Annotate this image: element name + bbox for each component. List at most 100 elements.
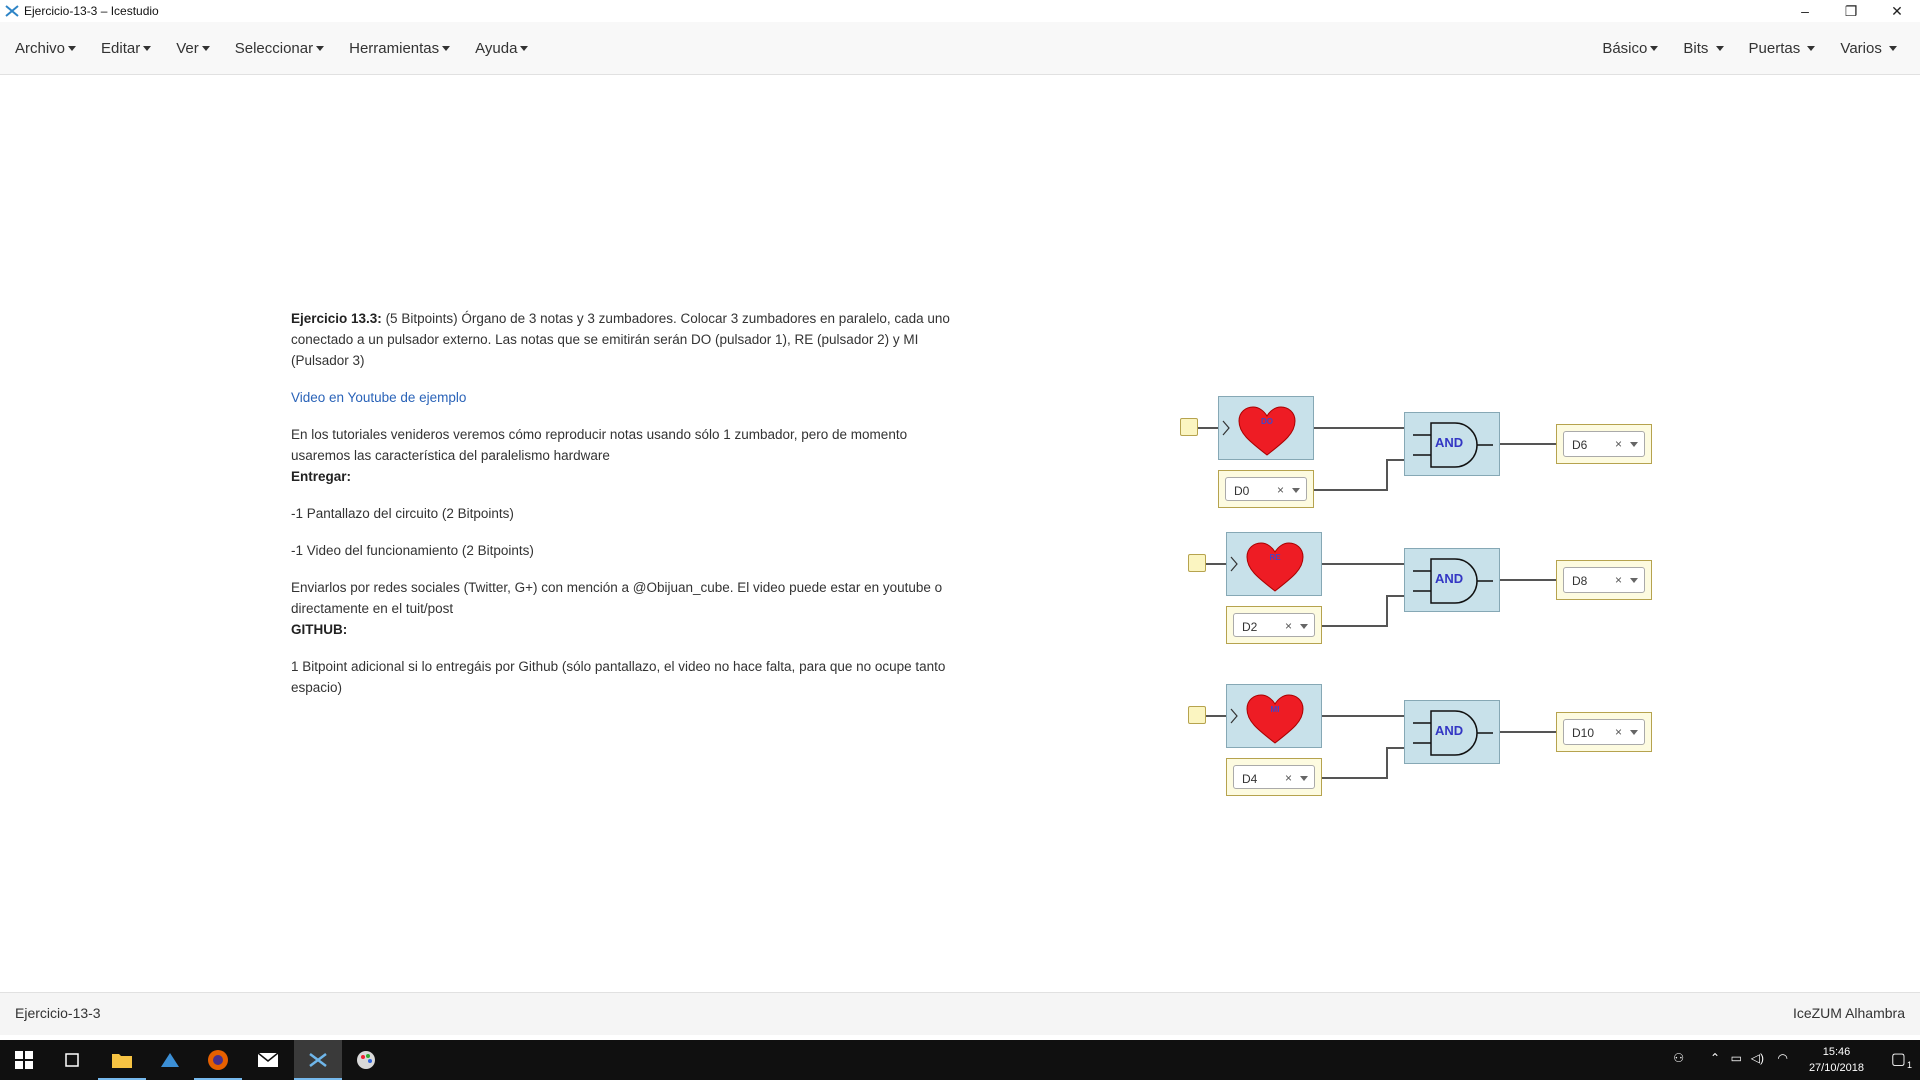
deliverable-2: -1 Video del funcionamiento (2 Bitpoints… bbox=[291, 543, 534, 558]
taskbar-paint[interactable] bbox=[342, 1040, 390, 1080]
caret-down-icon bbox=[1650, 45, 1659, 51]
clear-icon[interactable]: × bbox=[1285, 771, 1292, 785]
menu-editar[interactable]: Editar bbox=[91, 22, 161, 74]
menu-puertas[interactable]: Puertas bbox=[1739, 22, 1826, 74]
pin-dropdown[interactable]: D8 × bbox=[1563, 567, 1645, 593]
menu-bar: Archivo Editar Ver Seleccionar Herramien… bbox=[0, 22, 1920, 75]
output-pin-d6[interactable]: D6 × bbox=[1556, 424, 1652, 464]
gate-label: AND bbox=[1435, 571, 1464, 586]
menu-ver[interactable]: Ver bbox=[166, 22, 220, 74]
menu-varios[interactable]: Varios bbox=[1830, 22, 1907, 74]
output-pin-d10[interactable]: D10 × bbox=[1556, 712, 1652, 752]
people-icon[interactable]: ⚇ bbox=[1673, 1051, 1684, 1065]
menu-herramientas[interactable]: Herramientas bbox=[339, 22, 460, 74]
menu-archivo[interactable]: Archivo bbox=[5, 22, 86, 74]
circuit-canvas[interactable]: DO D0 × AND D6 × RE D2 × AND D8 × MI D4 … bbox=[1170, 390, 1670, 810]
taskbar-icestudio[interactable] bbox=[294, 1040, 342, 1080]
pin-value: D8 bbox=[1572, 574, 1588, 588]
pin-selector-d2[interactable]: D2 × bbox=[1226, 606, 1322, 644]
github-heading: GITHUB: bbox=[291, 622, 348, 637]
buzzer-block-re[interactable]: RE bbox=[1226, 532, 1322, 596]
taskbar-mail[interactable] bbox=[244, 1040, 292, 1080]
menu-editar-label: Editar bbox=[101, 39, 141, 57]
menu-basico-label: Básico bbox=[1602, 39, 1648, 57]
caret-down-icon bbox=[143, 45, 152, 51]
and-gate-1[interactable]: AND bbox=[1404, 412, 1500, 476]
clear-icon[interactable]: × bbox=[1615, 437, 1622, 451]
clock-time: 15:46 bbox=[1822, 1046, 1851, 1058]
notification-center-icon[interactable]: ▢ bbox=[1891, 1049, 1906, 1069]
menu-puertas-label: Puertas bbox=[1748, 39, 1801, 57]
exercise-description: Ejercicio 13.3: (5 Bitpoints) Órgano de … bbox=[291, 308, 961, 371]
menu-seleccionar-label: Seleccionar bbox=[234, 39, 314, 57]
menu-ayuda[interactable]: Ayuda bbox=[465, 22, 538, 74]
clear-icon[interactable]: × bbox=[1615, 573, 1622, 587]
pin-dropdown[interactable]: D6 × bbox=[1563, 431, 1645, 457]
chevron-down-icon[interactable] bbox=[1630, 578, 1638, 583]
chevron-down-icon[interactable] bbox=[1630, 442, 1638, 447]
restore-button[interactable]: ❐ bbox=[1828, 0, 1874, 22]
clear-icon[interactable]: × bbox=[1615, 725, 1622, 739]
gate-label: AND bbox=[1435, 723, 1464, 738]
taskbar-file-explorer[interactable] bbox=[98, 1040, 146, 1080]
menu-basico[interactable]: Básico bbox=[1592, 22, 1668, 74]
minimize-button[interactable]: – bbox=[1782, 0, 1828, 22]
task-view-button[interactable] bbox=[48, 1040, 96, 1080]
close-button[interactable]: ✕ bbox=[1874, 0, 1920, 22]
pin-selector-d0[interactable]: D0 × bbox=[1218, 470, 1314, 508]
pin-value: D2 bbox=[1242, 620, 1258, 634]
board-name[interactable]: IceZUM Alhambra bbox=[1793, 1005, 1905, 1021]
project-name: Ejercicio-13-3 bbox=[15, 1005, 101, 1021]
wifi-icon[interactable]: ◠ bbox=[1778, 1051, 1788, 1065]
heart-icon bbox=[1230, 694, 1304, 744]
input-port-1[interactable] bbox=[1180, 418, 1198, 436]
youtube-example-link[interactable]: Video en Youtube de ejemplo bbox=[291, 390, 466, 405]
exercise-title: Ejercicio 13.3: bbox=[291, 311, 382, 326]
status-bar: Ejercicio-13-3 IceZUM Alhambra bbox=[0, 992, 1920, 1035]
pin-dropdown[interactable]: D0 × bbox=[1225, 477, 1307, 501]
caret-down-icon bbox=[316, 45, 325, 51]
chevron-down-icon[interactable] bbox=[1300, 776, 1308, 781]
battery-icon[interactable]: ▭ bbox=[1731, 1051, 1742, 1065]
pin-dropdown[interactable]: D2 × bbox=[1233, 613, 1315, 637]
chevron-down-icon[interactable] bbox=[1300, 624, 1308, 629]
menu-bits[interactable]: Bits bbox=[1673, 22, 1733, 74]
menu-seleccionar[interactable]: Seleccionar bbox=[225, 22, 334, 74]
taskbar-app-2[interactable] bbox=[146, 1040, 194, 1080]
caret-down-icon bbox=[68, 45, 77, 51]
chevron-up-icon[interactable]: ⌃ bbox=[1710, 1051, 1720, 1065]
input-port-3[interactable] bbox=[1188, 706, 1206, 724]
and-gate-2[interactable]: AND bbox=[1404, 548, 1500, 612]
buzzer-block-mi[interactable]: MI bbox=[1226, 684, 1322, 748]
start-button[interactable] bbox=[0, 1040, 48, 1080]
clear-icon[interactable]: × bbox=[1285, 619, 1292, 633]
pin-dropdown[interactable]: D10 × bbox=[1563, 719, 1645, 745]
clock-date: 27/10/2018 bbox=[1808, 1062, 1864, 1074]
chevron-down-icon[interactable] bbox=[1630, 730, 1638, 735]
pin-selector-d4[interactable]: D4 × bbox=[1226, 758, 1322, 796]
pin-dropdown[interactable]: D4 × bbox=[1233, 765, 1315, 789]
exercise-text: (5 Bitpoints) Órgano de 3 notas y 3 zumb… bbox=[291, 311, 950, 368]
chevron-down-icon[interactable] bbox=[1292, 488, 1300, 493]
input-port-2[interactable] bbox=[1188, 554, 1206, 572]
output-pin-d8[interactable]: D8 × bbox=[1556, 560, 1652, 600]
menu-herramientas-label: Herramientas bbox=[349, 39, 440, 57]
clock[interactable]: 15:46 27/10/2018 bbox=[1809, 1044, 1864, 1076]
pin-value: D0 bbox=[1234, 484, 1250, 498]
caret-down-icon bbox=[442, 45, 451, 51]
icestudio-icon bbox=[309, 1053, 327, 1067]
firefox-icon bbox=[208, 1050, 228, 1070]
buzzer-block-do[interactable]: DO bbox=[1218, 396, 1314, 460]
menu-varios-label: Varios bbox=[1840, 39, 1882, 57]
volume-icon[interactable]: ◁) bbox=[1751, 1051, 1764, 1065]
window-controls: – ❐ ✕ bbox=[1782, 0, 1920, 22]
taskbar-firefox[interactable] bbox=[194, 1040, 242, 1080]
menu-ayuda-label: Ayuda bbox=[475, 39, 518, 57]
caret-down-icon bbox=[520, 45, 529, 51]
info-block[interactable]: Ejercicio 13.3: (5 Bitpoints) Órgano de … bbox=[291, 308, 961, 698]
menu-archivo-label: Archivo bbox=[15, 39, 66, 57]
deliverable-1: -1 Pantallazo del circuito (2 Bitpoints) bbox=[291, 506, 514, 521]
and-gate-3[interactable]: AND bbox=[1404, 700, 1500, 764]
caret-down-icon bbox=[201, 45, 210, 51]
clear-icon[interactable]: × bbox=[1277, 483, 1284, 497]
